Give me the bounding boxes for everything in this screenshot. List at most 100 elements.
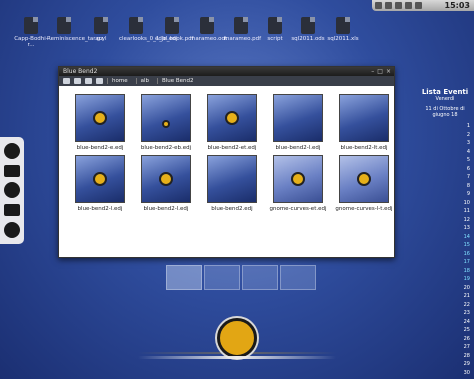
desktop-icon-label: marameo.pdf bbox=[224, 36, 262, 42]
calendar-day-number[interactable]: 6 bbox=[420, 165, 470, 174]
file-icon bbox=[24, 17, 38, 34]
enlightenment-logo-icon bbox=[225, 111, 239, 125]
calendar-day-number[interactable]: 12 bbox=[420, 216, 470, 225]
calendar-day-number[interactable]: 28 bbox=[420, 352, 470, 361]
desktop-icon[interactable]: acyl bbox=[84, 17, 118, 42]
desktop-icon[interactable]: marameo.odt bbox=[190, 17, 228, 42]
calendar-day-number[interactable]: 10 bbox=[420, 199, 470, 208]
breadcrumb[interactable]: alb bbox=[135, 78, 153, 84]
calendar-day-number[interactable]: 11 bbox=[420, 207, 470, 216]
moon-icon[interactable] bbox=[4, 222, 20, 239]
file-label: blue-bend2-et.edj bbox=[207, 145, 257, 151]
file-label: blue-bend2-e.edj bbox=[76, 145, 124, 151]
file-icon bbox=[301, 17, 315, 34]
pager-desk[interactable] bbox=[242, 265, 278, 290]
desktop-icon-label: sql2011.xls bbox=[327, 36, 359, 42]
folder-icon[interactable] bbox=[4, 204, 20, 217]
desktop-icon[interactable]: sql2011.xls bbox=[326, 17, 360, 42]
calendar-day-number[interactable]: 18 bbox=[420, 267, 470, 276]
gear-icon[interactable] bbox=[4, 182, 20, 199]
calendar-day-number[interactable]: 3 bbox=[420, 139, 470, 148]
file-item[interactable]: blue-bend2-l.edj bbox=[69, 155, 131, 214]
refresh-button[interactable] bbox=[96, 78, 103, 84]
calendar-day-number[interactable]: 16 bbox=[420, 250, 470, 259]
breadcrumb[interactable]: Blue Bend2 bbox=[156, 78, 198, 84]
calendar-day-number[interactable]: 27 bbox=[420, 343, 470, 352]
calendar-day-number[interactable]: 19 bbox=[420, 275, 470, 284]
enlightenment-logo-icon bbox=[159, 172, 173, 186]
file-item[interactable]: blue-bend2.edj bbox=[201, 155, 263, 214]
pager-desk[interactable] bbox=[280, 265, 316, 290]
calendar-day-number[interactable]: 13 bbox=[420, 224, 470, 233]
theme-preview-thumbnail bbox=[207, 155, 257, 203]
calendar-day-number[interactable]: 21 bbox=[420, 292, 470, 301]
file-item[interactable]: blue-bend2-e.edj bbox=[69, 94, 131, 153]
calendar-day-number[interactable]: 17 bbox=[420, 258, 470, 267]
moon-icon[interactable] bbox=[4, 142, 20, 159]
calendar-day-number[interactable]: 2 bbox=[420, 131, 470, 140]
file-item[interactable]: blue-bend2-l.edj bbox=[267, 94, 329, 153]
calendar-day-number[interactable]: 8 bbox=[420, 182, 470, 191]
minimize-icon[interactable]: – bbox=[371, 68, 374, 75]
calendar-gadget: Lista Eventi Venerdì 11 di Ottobre di gi… bbox=[420, 88, 474, 376]
up-button[interactable] bbox=[85, 78, 92, 84]
file-item[interactable]: gnome-curves-l-t.edj bbox=[333, 155, 395, 214]
desktop-icon[interactable]: sql2011.ods bbox=[291, 17, 325, 42]
file-icon bbox=[165, 17, 179, 34]
pager-desk[interactable] bbox=[204, 265, 240, 290]
theme-preview-thumbnail bbox=[75, 94, 125, 142]
theme-preview-thumbnail bbox=[141, 94, 191, 142]
calendar-day-number[interactable]: 20 bbox=[420, 284, 470, 293]
desktop-icon[interactable]: Reminiscence_tar.gz bbox=[47, 17, 103, 42]
theme-preview-thumbnail bbox=[273, 155, 323, 203]
maximize-icon[interactable]: □ bbox=[377, 68, 383, 75]
file-item[interactable]: blue-bend2-l.edj bbox=[135, 155, 197, 214]
desktop-icon[interactable]: script bbox=[258, 17, 292, 42]
calendar-day-number[interactable]: 24 bbox=[420, 318, 470, 327]
calendar-day-number[interactable]: 7 bbox=[420, 173, 470, 182]
back-button[interactable] bbox=[63, 78, 70, 84]
desktop-icon[interactable]: edje_book.pdf bbox=[155, 17, 194, 42]
window-icon[interactable] bbox=[4, 164, 20, 177]
calendar-day-number[interactable]: 15 bbox=[420, 241, 470, 250]
calendar-day-number[interactable]: 29 bbox=[420, 360, 470, 369]
shelf-button[interactable] bbox=[385, 2, 392, 9]
calendar-day-number[interactable]: 5 bbox=[420, 156, 470, 165]
close-icon[interactable]: × bbox=[386, 68, 391, 75]
forward-button[interactable] bbox=[74, 78, 81, 84]
calendar-day-number[interactable]: 4 bbox=[420, 148, 470, 157]
enlightenment-logo-icon bbox=[93, 111, 107, 125]
file-icon bbox=[268, 17, 282, 34]
desktop-icon[interactable]: marameo.pdf bbox=[224, 17, 262, 42]
pager-desk[interactable] bbox=[166, 265, 202, 290]
desktop-icon-label: Capp-Bodhi-r... bbox=[14, 36, 48, 48]
desktop-icon[interactable]: Capp-Bodhi-r... bbox=[14, 17, 48, 48]
calendar-day-number[interactable]: 30 bbox=[420, 369, 470, 378]
shelf-button[interactable] bbox=[375, 2, 382, 9]
theme-preview-thumbnail bbox=[207, 94, 257, 142]
calendar-day-number[interactable]: 14 bbox=[420, 233, 470, 242]
file-item[interactable]: gnome-curves-et.edj bbox=[267, 155, 329, 214]
calendar-day-number[interactable]: 26 bbox=[420, 335, 470, 344]
calendar-day-number[interactable]: 25 bbox=[420, 326, 470, 335]
breadcrumb[interactable]: home bbox=[107, 78, 132, 84]
shelf-button[interactable] bbox=[405, 2, 412, 9]
file-label: blue-bend2.edj bbox=[211, 206, 253, 212]
file-label: blue-bend2-l.edj bbox=[143, 206, 189, 212]
file-label: blue-bend2-l.edj bbox=[275, 145, 321, 151]
calendar-day: Venerdì bbox=[435, 96, 455, 102]
enlightenment-logo-icon bbox=[217, 318, 257, 358]
shelf-button[interactable] bbox=[395, 2, 402, 9]
file-item[interactable]: blue-bend2-et.edj bbox=[201, 94, 263, 153]
calendar-day-number[interactable]: 23 bbox=[420, 309, 470, 318]
logo-bar bbox=[138, 356, 336, 359]
file-item[interactable]: blue-bend2-lt.edj bbox=[333, 94, 395, 153]
file-item[interactable]: blue-bend2-eb.edj bbox=[135, 94, 197, 153]
shelf-button[interactable] bbox=[415, 2, 422, 9]
window-titlebar[interactable]: Blue Bend2 – □ × bbox=[59, 67, 394, 76]
calendar-day-number[interactable]: 22 bbox=[420, 301, 470, 310]
calendar-day-number[interactable]: 9 bbox=[420, 190, 470, 199]
desktop-icon[interactable]: clearlooks_0_1_bl.edj bbox=[119, 17, 177, 42]
calendar-day-number[interactable]: 1 bbox=[420, 122, 470, 131]
desktop-icon-label: marameo.odt bbox=[190, 36, 228, 42]
